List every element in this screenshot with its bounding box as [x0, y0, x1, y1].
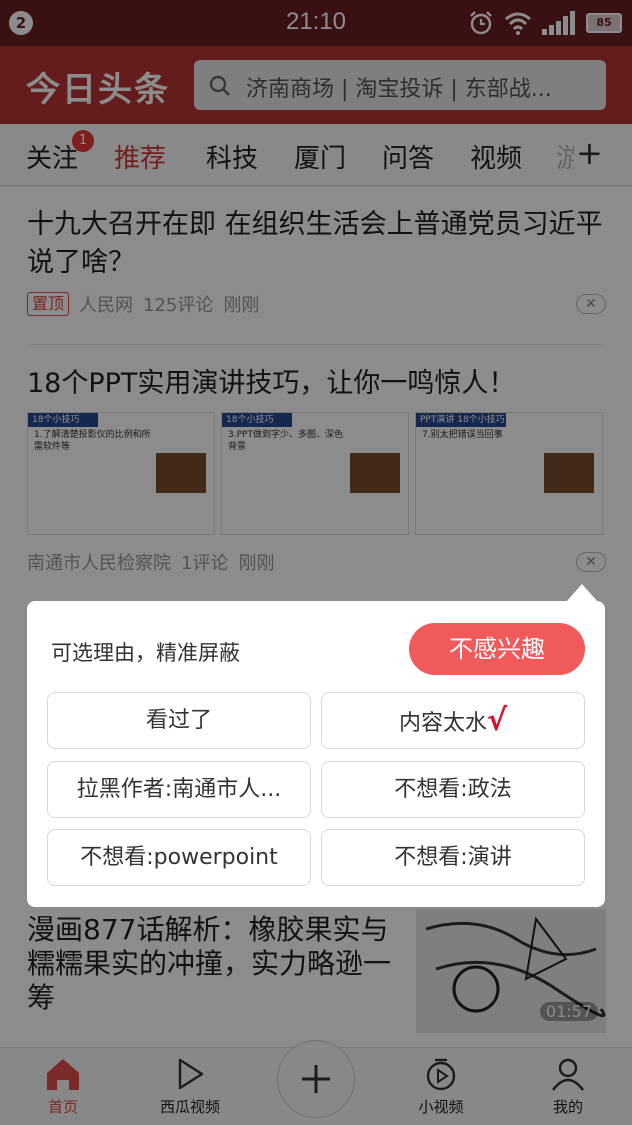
checkmark-icon: √ [487, 703, 508, 738]
dislike-popup: 可选理由，精准屏蔽 不感兴趣 看过了 内容太水√ 拉黑作者:南通市人... 不想… [27, 601, 605, 907]
reason-topic-law[interactable]: 不想看:政法 [321, 761, 585, 818]
reason-seen[interactable]: 看过了 [47, 692, 311, 749]
not-interested-button[interactable]: 不感兴趣 [409, 623, 585, 675]
reason-topic-powerpoint[interactable]: 不想看:powerpoint [47, 829, 311, 886]
popup-arrow [566, 584, 598, 602]
reason-label: 内容太水 [398, 711, 487, 736]
reason-low-quality[interactable]: 内容太水√ [321, 692, 585, 749]
reason-topic-speech[interactable]: 不想看:演讲 [321, 829, 585, 886]
dim-overlay[interactable] [0, 0, 632, 1125]
reason-block-author[interactable]: 拉黑作者:南通市人... [47, 761, 311, 818]
popup-hint: 可选理由，精准屏蔽 [51, 641, 240, 665]
